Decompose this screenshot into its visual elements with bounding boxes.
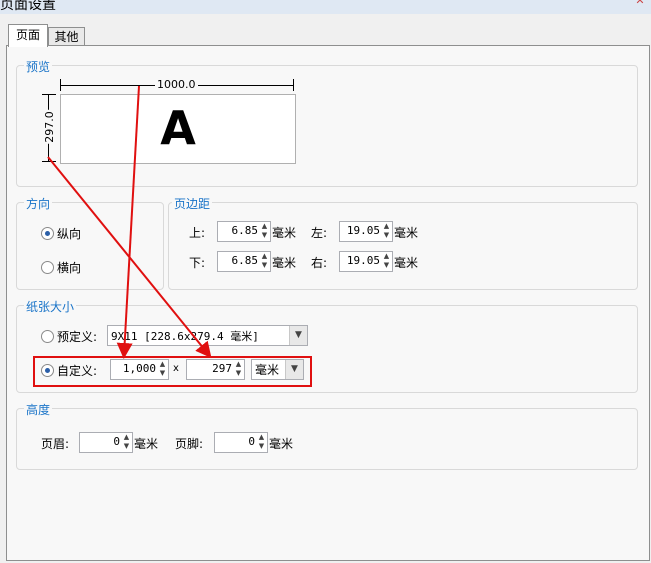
margins-title: 页边距 — [172, 195, 213, 212]
margin-left-label: 左: — [311, 226, 328, 240]
title-bar: 页面设置 ✕ — [0, 0, 651, 14]
width-dimension-label: 1000.0 — [155, 78, 198, 91]
margin-left-unit: 毫米 — [394, 226, 419, 240]
orientation-group — [16, 202, 164, 290]
margin-left-input[interactable]: 19.05 ▲ ▼ — [339, 221, 393, 242]
footer-input[interactable]: 0 ▲ ▼ — [214, 432, 268, 453]
updown-spinner-icon[interactable]: ▲ ▼ — [259, 252, 270, 271]
close-icon[interactable]: ✕ — [629, 0, 651, 12]
margin-bottom-input[interactable]: 6.85 ▲ ▼ — [217, 251, 271, 272]
margin-bottom-unit: 毫米 — [272, 256, 297, 270]
predefined-radio[interactable] — [41, 330, 54, 343]
preview-title: 预览 — [24, 58, 53, 75]
updown-spinner-icon[interactable]: ▲ ▼ — [256, 433, 267, 452]
predefined-paper-select[interactable]: 9X11 [228.6x279.4 毫米] ▼ — [107, 325, 308, 346]
margin-right-unit: 毫米 — [394, 256, 419, 270]
tab-page[interactable]: 页面 — [8, 24, 48, 47]
predefined-label: 预定义: — [57, 330, 98, 344]
window-title: 页面设置 — [0, 0, 56, 13]
margin-right-label: 右: — [311, 256, 328, 270]
margins-group — [168, 202, 638, 290]
updown-spinner-icon[interactable]: ▲ ▼ — [381, 252, 392, 271]
tab-other[interactable]: 其他 — [48, 27, 85, 47]
orientation-title: 方向 — [24, 195, 53, 212]
custom-size-highlight — [33, 356, 312, 387]
header-input[interactable]: 0 ▲ ▼ — [79, 432, 133, 453]
landscape-label: 横向 — [57, 261, 82, 275]
footer-unit: 毫米 — [269, 437, 294, 451]
header-label: 页眉: — [41, 437, 70, 451]
updown-spinner-icon[interactable]: ▲ ▼ — [121, 433, 132, 452]
updown-spinner-icon[interactable]: ▲ ▼ — [381, 222, 392, 241]
margin-top-label: 上: — [189, 226, 206, 240]
height-dimension: 297.0 — [42, 94, 56, 162]
height-dimension-label: 297.0 — [42, 110, 56, 144]
header-unit: 毫米 — [134, 437, 159, 451]
landscape-radio[interactable] — [41, 261, 54, 274]
margin-top-unit: 毫米 — [272, 226, 297, 240]
margin-bottom-label: 下: — [189, 256, 206, 270]
updown-spinner-icon[interactable]: ▲ ▼ — [259, 222, 270, 241]
portrait-label: 纵向 — [57, 227, 82, 241]
margin-right-input[interactable]: 19.05 ▲ ▼ — [339, 251, 393, 272]
portrait-radio[interactable] — [41, 227, 54, 240]
paper-size-title: 纸张大小 — [24, 298, 77, 315]
preview-paper: A — [60, 94, 296, 164]
margin-top-input[interactable]: 6.85 ▲ ▼ — [217, 221, 271, 242]
chevron-down-icon[interactable]: ▼ — [289, 326, 307, 345]
width-dimension: 1000.0 — [60, 79, 294, 91]
height-title: 高度 — [24, 401, 53, 418]
preview-letter: A — [160, 101, 196, 155]
footer-label: 页脚: — [175, 437, 204, 451]
